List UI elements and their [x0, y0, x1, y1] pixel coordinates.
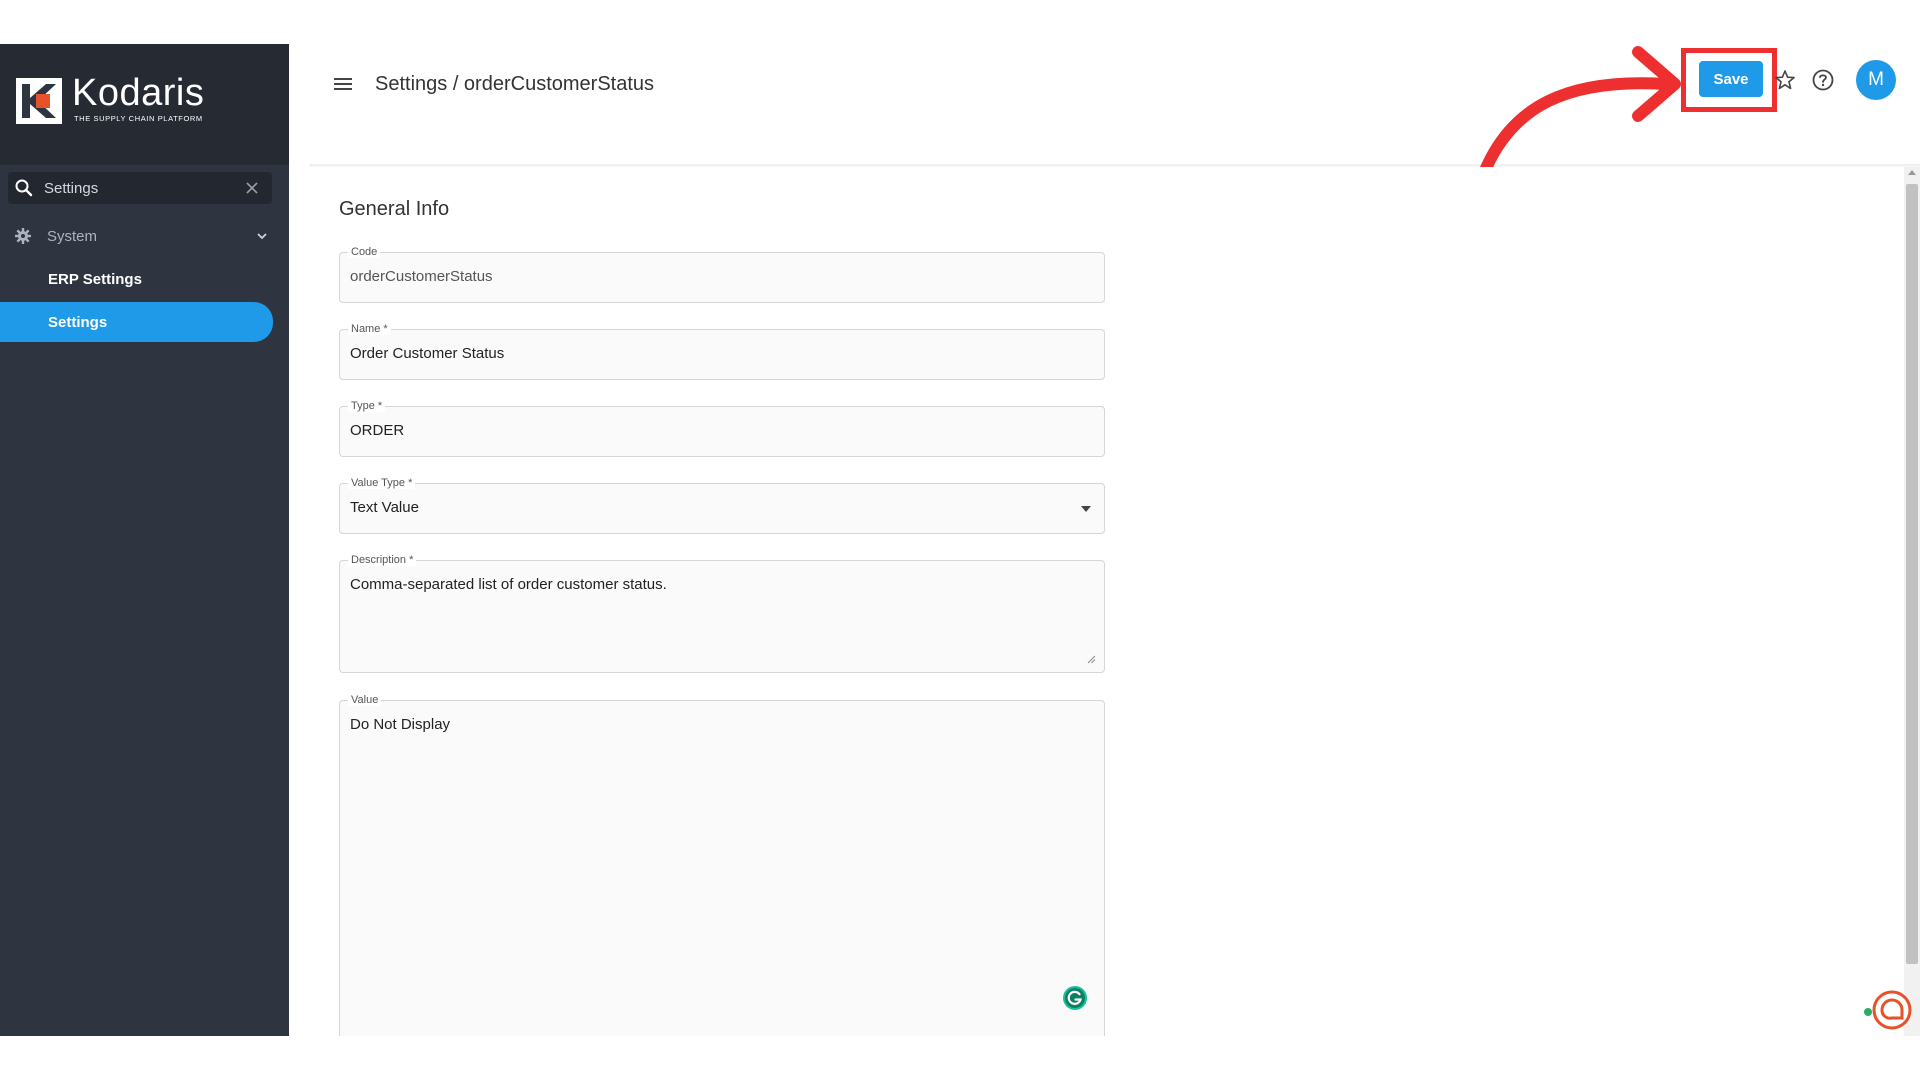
sidebar-search-input[interactable]: Settings — [44, 180, 244, 197]
kodaris-logo-icon — [16, 77, 62, 124]
help-icon[interactable] — [1811, 68, 1835, 92]
description-textarea[interactable]: Description * Comma-separated list of or… — [339, 554, 1105, 673]
star-icon[interactable] — [1774, 69, 1796, 91]
section-title: General Info — [339, 198, 450, 220]
code-value: orderCustomerStatus — [350, 268, 493, 285]
value-value: Do Not Display — [350, 716, 451, 733]
value-label: Value — [348, 694, 382, 706]
gear-icon — [15, 228, 31, 244]
breadcrumb: Settings / orderCustomerStatus — [375, 73, 655, 95]
name-label: Name * — [348, 323, 391, 335]
resize-handle-icon[interactable] — [1086, 654, 1096, 664]
type-value: ORDER — [350, 422, 405, 439]
kodaris-logo[interactable]: Kodaris THE SUPPLY CHAIN PLATFORM — [16, 72, 205, 125]
type-label: Type * — [348, 400, 386, 412]
save-button[interactable]: Save — [1699, 61, 1763, 97]
sidebar-group-label: System — [47, 227, 98, 245]
value-type-label: Value Type * — [348, 477, 416, 489]
logo-wordmark: Kodaris — [72, 72, 205, 114]
chat-widget-icon[interactable] — [1862, 984, 1912, 1034]
chevron-down-icon[interactable] — [255, 229, 269, 243]
close-icon[interactable] — [244, 180, 260, 196]
hamburger-menu-icon[interactable] — [331, 72, 355, 96]
type-field[interactable]: Type * ORDER — [339, 400, 1105, 457]
sidebar-item-erp-settings[interactable]: ERP Settings — [0, 260, 273, 298]
value-type-value: Text Value — [350, 499, 419, 516]
scrollbar-thumb[interactable] — [1906, 184, 1918, 964]
description-value: Comma-separated list of order customer s… — [350, 576, 667, 593]
value-textarea[interactable]: Value Do Not Display — [339, 694, 1105, 1036]
value-type-select[interactable]: Value Type * Text Value — [339, 477, 1105, 534]
sidebar-item-label: ERP Settings — [48, 270, 142, 288]
main-content: General Info Code orderCustomerStatus Na… — [309, 167, 1904, 1036]
dropdown-arrow-icon — [1081, 506, 1091, 512]
sidebar-group-system[interactable]: System — [0, 220, 289, 252]
grammarly-icon[interactable] — [1062, 985, 1088, 1011]
app-window: Kodaris THE SUPPLY CHAIN PLATFORM Settin… — [0, 44, 1920, 1036]
name-field[interactable]: Name * Order Customer Status — [339, 323, 1105, 380]
sidebar-item-label: Settings — [48, 313, 108, 331]
sidebar-search[interactable]: Settings — [8, 172, 272, 204]
name-value: Order Customer Status — [350, 345, 505, 362]
sidebar: Kodaris THE SUPPLY CHAIN PLATFORM Settin… — [0, 44, 289, 1036]
description-label: Description * — [348, 554, 417, 566]
code-label: Code — [348, 246, 381, 258]
logo-tagline: THE SUPPLY CHAIN PLATFORM — [74, 114, 203, 123]
search-icon — [15, 179, 33, 197]
sidebar-header: Kodaris THE SUPPLY CHAIN PLATFORM — [0, 44, 289, 165]
code-field[interactable]: Code orderCustomerStatus — [339, 246, 1105, 303]
scroll-up-arrow-icon[interactable] — [1908, 170, 1916, 175]
avatar[interactable]: M — [1856, 60, 1896, 100]
sidebar-item-settings[interactable]: Settings — [0, 302, 273, 342]
